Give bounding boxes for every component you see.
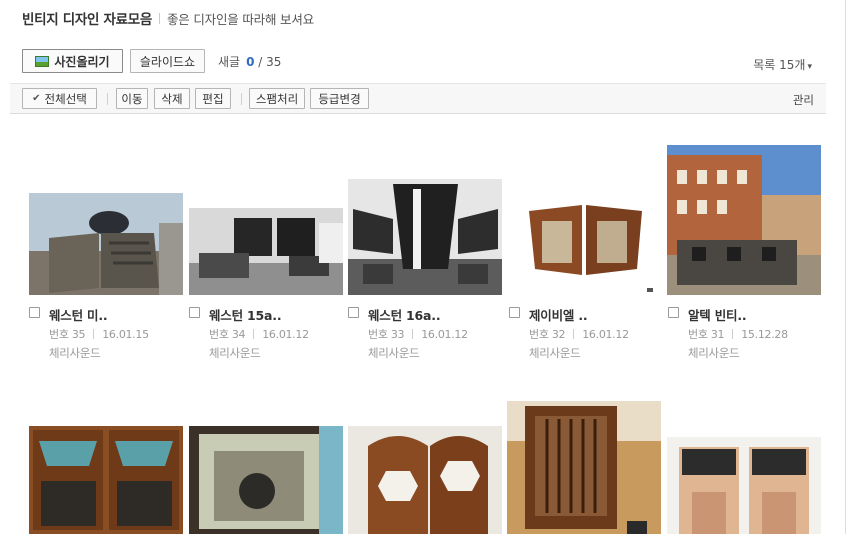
delete-button[interactable]: 삭제 bbox=[154, 88, 190, 109]
post-title[interactable]: 웨스턴 16a.. bbox=[368, 305, 441, 324]
new-count[interactable]: 0 bbox=[246, 55, 254, 69]
post-info: 번호 33 16.01.12 bbox=[368, 326, 468, 342]
post-author[interactable]: 체리사운드 bbox=[688, 345, 740, 361]
post-thumbnail-6[interactable] bbox=[29, 426, 183, 534]
spam-button[interactable]: 스팸처리 bbox=[249, 88, 305, 109]
list-size-dropdown[interactable]: 목록 15개 ▾ bbox=[753, 56, 812, 73]
select-all-label: 전체선택 bbox=[44, 91, 87, 106]
post-date: 16.01.15 bbox=[102, 328, 149, 341]
action-toolbar: ✔ 전체선택 이동 삭제 편집 스팸처리 등급변경 관리 bbox=[10, 83, 826, 114]
post-date: 16.01.12 bbox=[421, 328, 468, 341]
post-info: 번호 31 15.12.28 bbox=[688, 326, 788, 342]
post-title[interactable]: 알텍 빈티.. bbox=[688, 305, 747, 324]
post-date: 16.01.12 bbox=[262, 328, 309, 341]
post-title[interactable]: 웨스턴 15a.. bbox=[209, 305, 282, 324]
post-thumbnail-3[interactable] bbox=[348, 179, 502, 295]
post-author[interactable]: 체리사운드 bbox=[209, 345, 261, 361]
caret-down-icon: ▾ bbox=[807, 62, 812, 72]
list-size-label: 목록 15개 bbox=[753, 58, 806, 72]
post-author[interactable]: 체리사운드 bbox=[49, 345, 101, 361]
post-title[interactable]: 웨스턴 미.. bbox=[49, 305, 108, 324]
post-checkbox[interactable] bbox=[509, 307, 520, 318]
photo-icon bbox=[35, 55, 50, 67]
post-thumbnail-4[interactable] bbox=[507, 193, 661, 295]
info-divider bbox=[93, 329, 95, 339]
post-number: 번호 34 bbox=[209, 328, 246, 341]
post-date: 15.12.28 bbox=[741, 328, 788, 341]
post-number: 번호 32 bbox=[529, 328, 566, 341]
slideshow-button[interactable]: 슬라이드쇼 bbox=[130, 49, 205, 73]
manage-link[interactable]: 관리 bbox=[793, 92, 814, 108]
post-thumbnail-10[interactable] bbox=[667, 437, 821, 534]
post-thumbnail-1[interactable] bbox=[29, 193, 183, 295]
post-number: 번호 33 bbox=[368, 328, 405, 341]
check-icon: ✔ bbox=[32, 93, 41, 104]
post-number: 번호 35 bbox=[49, 328, 86, 341]
post-info: 번호 32 16.01.12 bbox=[529, 326, 629, 342]
change-grade-button[interactable]: 등급변경 bbox=[310, 88, 369, 109]
post-info: 번호 35 16.01.15 bbox=[49, 326, 149, 342]
post-date: 16.01.12 bbox=[582, 328, 629, 341]
info-divider bbox=[412, 329, 414, 339]
post-checkbox[interactable] bbox=[29, 307, 40, 318]
board-header: 빈티지 디자인 자료모음 좋은 디자인을 따라해 보셔요 bbox=[22, 6, 314, 30]
photo-upload-button[interactable]: 사진올리기 bbox=[22, 49, 123, 73]
post-info: 번호 34 16.01.12 bbox=[209, 326, 309, 342]
post-author[interactable]: 체리사운드 bbox=[368, 345, 420, 361]
post-thumbnail-2[interactable] bbox=[189, 208, 343, 295]
toolbar-divider bbox=[107, 93, 108, 105]
move-button[interactable]: 이동 bbox=[116, 88, 148, 109]
board-title[interactable]: 빈티지 디자인 자료모음 bbox=[22, 8, 152, 28]
board-description: 좋은 디자인을 따라해 보셔요 bbox=[167, 11, 314, 27]
info-divider bbox=[253, 329, 255, 339]
page-edge bbox=[845, 0, 846, 534]
edit-button[interactable]: 편집 bbox=[195, 88, 231, 109]
header-divider bbox=[159, 12, 160, 24]
post-thumbnail-7[interactable] bbox=[189, 426, 343, 534]
post-title[interactable]: 제이비엘 .. bbox=[529, 305, 588, 324]
info-divider bbox=[573, 329, 575, 339]
post-author[interactable]: 체리사운드 bbox=[529, 345, 581, 361]
post-thumbnail-9[interactable] bbox=[507, 401, 661, 534]
new-post-counter: 새글 0 / 35 bbox=[218, 53, 281, 70]
info-divider bbox=[732, 329, 734, 339]
total-count: / 35 bbox=[258, 55, 282, 69]
post-checkbox[interactable] bbox=[668, 307, 679, 318]
post-thumbnail-8[interactable] bbox=[348, 426, 502, 534]
photo-upload-label: 사진올리기 bbox=[54, 54, 110, 69]
new-label: 새글 bbox=[218, 55, 241, 69]
post-number: 번호 31 bbox=[688, 328, 725, 341]
post-checkbox[interactable] bbox=[348, 307, 359, 318]
toolbar-divider bbox=[241, 93, 242, 105]
select-all-button[interactable]: ✔ 전체선택 bbox=[22, 88, 97, 109]
post-thumbnail-5[interactable] bbox=[667, 145, 821, 295]
post-checkbox[interactable] bbox=[189, 307, 200, 318]
top-toolbar: 사진올리기 슬라이드쇼 새글 0 / 35 목록 15개 ▾ bbox=[22, 49, 820, 73]
